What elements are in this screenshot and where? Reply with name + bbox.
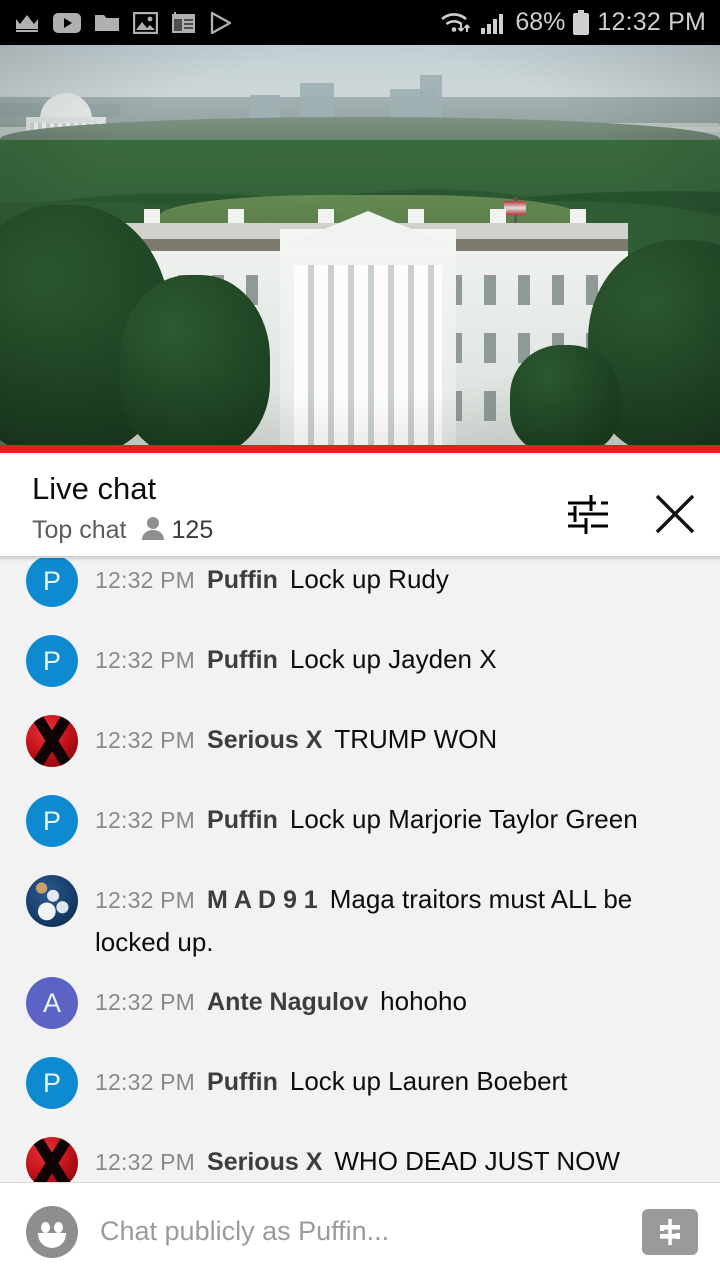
photos-icon [133,11,158,34]
avatar-initial: A [42,987,61,1018]
foreground-tree [120,275,270,445]
message-timestamp: 12:32 PM [95,567,196,593]
emoji-smiley-icon[interactable] [26,1205,78,1258]
message-timestamp: 12:32 PM [95,807,196,833]
message-timestamp: 12:32 PM [95,647,196,673]
message-timestamp: 12:32 PM [95,989,196,1015]
message-text: Lock up Rudy [289,564,449,594]
avatar-initial: P [42,805,61,836]
folder-icon [94,12,120,33]
chat-input-bar [0,1183,720,1280]
message-timestamp: 12:32 PM [95,1069,196,1095]
chat-message-body: 12:32 PM Serious X WHO DEAD JUST NOW [95,1126,620,1182]
avatar[interactable] [26,1137,78,1182]
chat-message-row[interactable]: P 12:32 PM Puffin Lock up Lauren Boebert [0,1046,720,1126]
chat-header-titles: Live chat Top chat 125 [32,469,213,546]
message-author[interactable]: Puffin [207,806,278,834]
header-shadow [0,556,720,561]
avatar[interactable] [26,715,78,767]
message-author[interactable]: Puffin [207,1068,278,1096]
live-chat-title: Live chat [32,471,157,506]
super-chat-dollar-icon[interactable] [642,1208,698,1255]
crown-icon [14,13,40,33]
status-bar-system-icons: 68% 12:32 PM [439,8,706,37]
message-text: Lock up Lauren Boebert [289,1066,568,1096]
message-author[interactable]: Serious X [207,1148,322,1176]
avatar[interactable]: P [26,795,78,847]
close-icon[interactable] [652,491,698,537]
avatar[interactable]: P [26,635,78,687]
chat-message-row[interactable]: P 12:32 PM Puffin Lock up Rudy [0,558,720,624]
chat-message-body: 12:32 PM Puffin Lock up Rudy [95,558,449,603]
foreground-tree [510,345,620,445]
message-timestamp: 12:32 PM [95,727,196,753]
message-author[interactable]: Serious X [207,726,322,754]
wifi-icon [439,11,473,35]
video-progress-bar[interactable] [0,445,720,453]
live-chat-header: Live chat Top chat 125 [0,453,720,558]
avatar[interactable] [26,875,78,927]
chat-message-row[interactable]: P 12:32 PM Puffin Lock up Jayden X [0,624,720,704]
message-author[interactable]: Puffin [207,646,278,674]
play-store-icon [209,11,233,34]
message-text: Lock up Marjorie Taylor Green [289,804,638,834]
message-text: TRUMP WON [334,724,498,754]
chat-message-row[interactable]: A 12:32 PM Ante Nagulov hohoho [0,966,720,1046]
youtube-live-chat-screen: 68% 12:32 PM Live chat Top chat 125 P 12… [0,0,720,1280]
message-author[interactable]: Puffin [207,566,278,594]
chat-message-row[interactable]: P 12:32 PM Puffin Lock up Marjorie Taylor G… [0,784,720,864]
chat-header-actions [564,469,698,537]
chat-message-row[interactable]: 12:32 PM Serious X WHO DEAD JUST NOW [0,1126,720,1182]
chat-header-subline: Top chat 125 [32,515,213,546]
chat-mode-label[interactable]: Top chat [32,516,127,545]
chat-message-row[interactable]: 12:32 PM M A D 9 1 Maga traitors must ALL … [0,864,720,966]
message-timestamp: 12:32 PM [95,887,196,913]
chat-message-row[interactable]: 12:32 PM Serious X TRUMP WON [0,704,720,784]
chat-message-body: 12:32 PM Puffin Lock up Lauren Boebert [95,1046,567,1105]
viewer-count-label: 125 [171,516,214,544]
chat-message-body: 12:32 PM Ante Nagulov hohoho [95,966,467,1025]
notes-icon [171,11,196,34]
status-bar: 68% 12:32 PM [0,0,720,45]
signal-icon [480,12,508,34]
message-text: WHO DEAD JUST NOW [334,1146,620,1176]
avatar[interactable]: P [26,1057,78,1109]
chat-message-body: 12:32 PM Puffin Lock up Jayden X [95,624,497,683]
message-text: Lock up Jayden X [289,644,497,674]
message-text: hohoho [380,986,467,1016]
chat-message-body: 12:32 PM M A D 9 1 Maga traitors must ALL … [95,864,698,966]
video-player[interactable] [0,45,720,445]
viewer-count-group: 125 [141,515,214,546]
chat-message-body: 12:32 PM Serious X TRUMP WON [95,704,497,763]
chat-message-body: 12:32 PM Puffin Lock up Marjorie Taylor Gr… [95,784,638,843]
message-author[interactable]: Ante Nagulov [207,988,368,1016]
person-icon [141,515,165,546]
battery-percent-label: 68% [515,8,566,36]
chat-input[interactable] [100,1216,626,1247]
message-author[interactable]: M A D 9 1 [207,886,318,914]
youtube-icon [53,12,81,33]
tune-icon[interactable] [564,492,610,536]
avatar-initial: P [42,565,61,596]
status-bar-notification-icons [14,11,233,34]
avatar-initial: P [42,1067,61,1098]
chat-message-list[interactable]: P 12:32 PM Puffin Lock up Rudy P 12:32 PM Puff… [0,558,720,1182]
avatar[interactable]: P [26,558,78,607]
clock-label: 12:32 PM [597,8,706,36]
avatar[interactable]: A [26,977,78,1029]
avatar-initial: P [42,645,61,676]
battery-icon [572,9,590,36]
message-timestamp: 12:32 PM [95,1149,196,1175]
